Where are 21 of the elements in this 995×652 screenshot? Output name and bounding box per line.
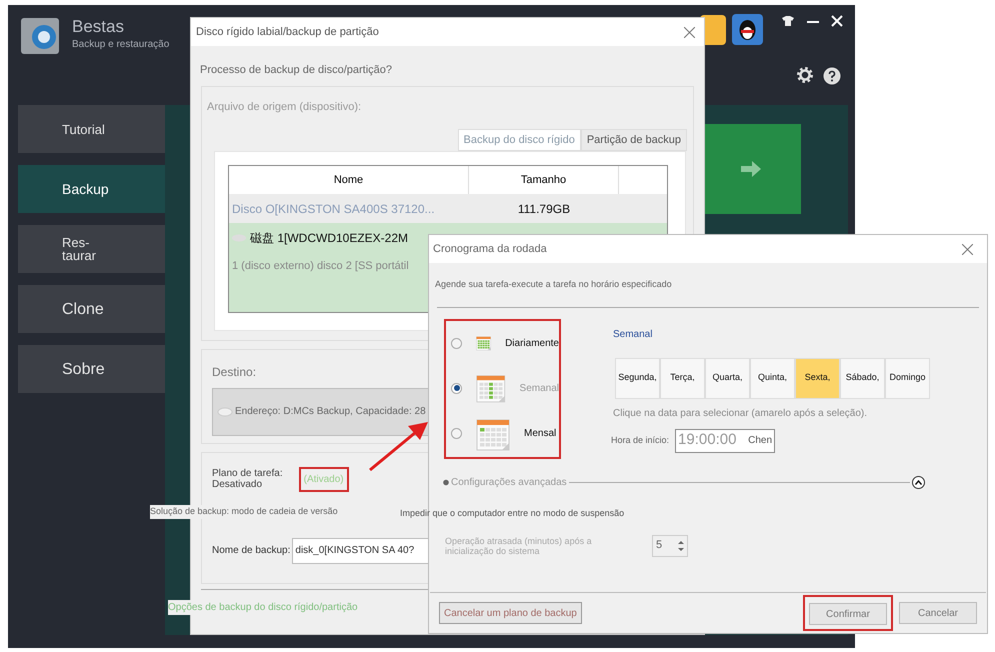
destination-label: Destino: <box>212 364 256 380</box>
dialog-title: Disco rígido labial/backup de partição <box>196 24 379 40</box>
backup-name-label: Nome de backup: <box>212 544 290 558</box>
task-plan-label: Plano de tarefa: Desativado <box>212 468 283 490</box>
backup-solution-text: Solução de backup: modo de cadeia de versão <box>150 505 338 518</box>
dialog-title: Cronograma da rodada <box>433 242 547 257</box>
table-cell-text: 1 (disco externo) disco 2 [SS portátil <box>232 259 409 274</box>
advanced-settings-label: Configurações avançadas <box>451 476 567 490</box>
start-time-label: Hora de início: <box>611 434 670 447</box>
app-title: Bestas <box>72 17 125 37</box>
weekly-heading: Semanal <box>613 328 654 342</box>
prevent-sleep-text: Impedir que o computador entre no modo de suspensão <box>400 507 624 520</box>
table-cell-text: Disco O[KINGSTON SA400S 37120... <box>232 200 435 218</box>
table-cell-text: 磁盘 1[WDCWD10EZEX-22M <box>250 230 408 246</box>
description-text: Agende sua tarefa-execute a tarefa no horário especificado <box>435 278 673 291</box>
question-text: Processo de backup de disco/partição? <box>200 63 394 78</box>
table-cell-text: 111.79GB <box>516 200 572 218</box>
hint-text: Clique na data para selecionar (amarelo após a seleção). <box>613 406 868 420</box>
source-label: Arquivo de origem (dispositivo): <box>207 100 362 114</box>
delay-label: Operação atrasada (minutos) após a inicialização do sistema <box>445 536 593 556</box>
app-subtitle: Backup e restauração <box>72 38 170 52</box>
